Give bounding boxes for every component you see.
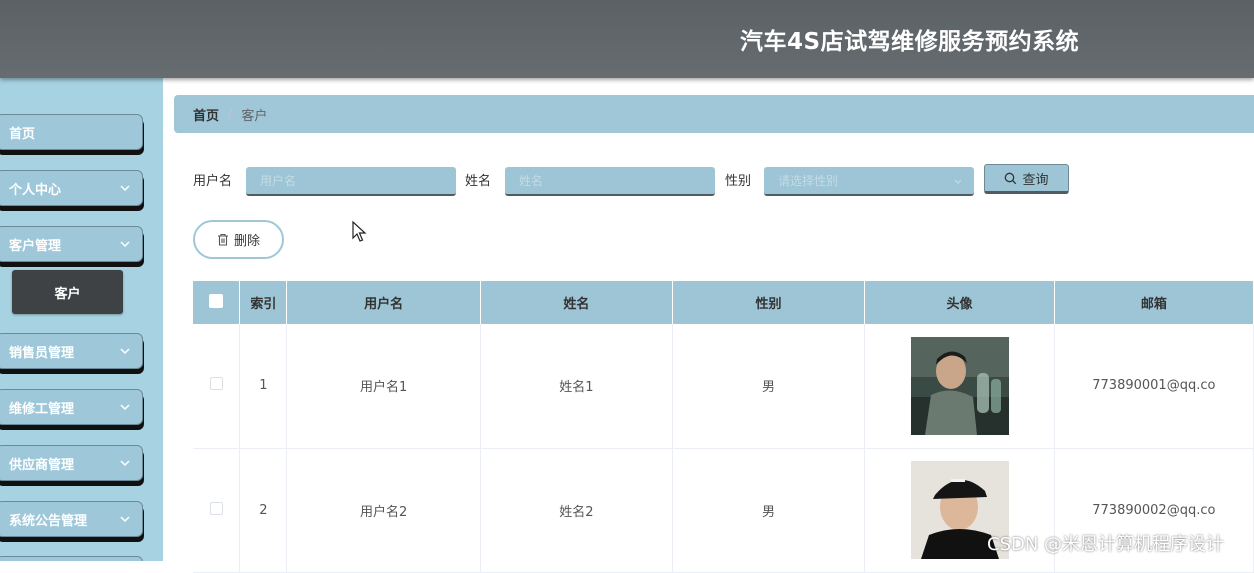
query-button[interactable]: 查询: [984, 164, 1069, 194]
sidebar-item-announcement-management[interactable]: 系统公告管理: [0, 501, 143, 537]
chevron-down-icon: [120, 241, 130, 248]
name-label: 姓名: [465, 174, 492, 189]
sidebar-item-label: 维修工管理: [9, 401, 75, 417]
select-all-header: [193, 281, 241, 324]
cell-avatar: [864, 324, 1055, 449]
watermark: CSDN @米恩计算机程序设计: [987, 534, 1225, 555]
cell-gender: 男: [672, 448, 866, 573]
sidebar-item-mechanic-management[interactable]: 维修工管理: [0, 389, 143, 425]
sidebar-item-label: 个人中心: [9, 182, 62, 198]
username-search-input[interactable]: [246, 167, 456, 196]
column-header-avatar: 头像: [864, 281, 1055, 324]
sidebar-subitem-customer[interactable]: 客户: [12, 270, 123, 314]
sidebar: 首页 个人中心 客户管理 客户 销售员管理 维修工管理 供应商管理 系统公告管理: [0, 78, 163, 561]
top-header: 汽车4S店试驾维修服务预约系统: [0, 0, 1254, 78]
select-all-checkbox[interactable]: [209, 293, 224, 308]
column-header-gender: 性别: [672, 281, 866, 324]
chevron-down-icon: [954, 179, 962, 184]
column-header-username: 用户名: [286, 281, 481, 324]
delete-button-label: 删除: [233, 234, 260, 249]
search-icon: [1005, 172, 1017, 184]
breadcrumb-home[interactable]: 首页: [193, 105, 219, 124]
table-row[interactable]: 1 用户名1 姓名1 男 773890001@qq.co: [193, 324, 1254, 449]
row-checkbox-cell: [193, 448, 241, 573]
sidebar-item-label: 首页: [9, 126, 36, 142]
main-content: 首页 / 客户 用户名 姓名 性别 查询 删除 索引 用户名 姓名 性别 头像: [163, 78, 1254, 573]
cell-name: 姓名2: [480, 448, 673, 573]
app-title: 汽车4S店试驾维修服务预约系统: [740, 29, 1080, 55]
query-button-label: 查询: [1022, 172, 1049, 188]
gender-label: 性别: [725, 174, 752, 189]
row-checkbox[interactable]: [209, 501, 223, 515]
username-label: 用户名: [193, 174, 233, 189]
sidebar-item-home[interactable]: 首页: [0, 114, 143, 150]
sidebar-item-label: 供应商管理: [9, 457, 75, 473]
breadcrumb-current: 客户: [241, 108, 268, 124]
cell-index: 2: [239, 448, 288, 573]
sidebar-item-sales-management[interactable]: 销售员管理: [0, 333, 143, 369]
table-header-row: 索引 用户名 姓名 性别 头像 邮箱: [193, 281, 1254, 324]
chevron-down-icon: [120, 185, 130, 192]
breadcrumb: 首页 / 客户: [174, 95, 1254, 133]
chevron-down-icon: [120, 404, 130, 411]
chevron-down-icon: [120, 460, 130, 467]
cell-username: 用户名1: [286, 324, 481, 449]
sidebar-item-personal-center[interactable]: 个人中心: [0, 170, 143, 206]
sidebar-item-label: 销售员管理: [9, 345, 75, 361]
mouse-cursor-icon: [352, 221, 367, 242]
delete-button[interactable]: 删除: [193, 220, 284, 259]
name-search-input[interactable]: [505, 167, 715, 196]
sidebar-item-supplier-management[interactable]: 供应商管理: [0, 445, 143, 481]
sidebar-subitem-label: 客户: [54, 286, 81, 302]
cell-index: 1: [239, 324, 288, 449]
trash-icon: [217, 233, 228, 246]
row-checkbox[interactable]: [209, 377, 223, 391]
chevron-down-icon: [120, 516, 130, 523]
sidebar-item-more[interactable]: [0, 556, 143, 561]
breadcrumb-separator: /: [228, 106, 233, 122]
column-header-name: 姓名: [480, 281, 673, 324]
sidebar-item-label: 系统公告管理: [9, 513, 88, 529]
cell-gender: 男: [672, 324, 866, 449]
row-checkbox-cell: [193, 324, 241, 449]
cell-name: 姓名1: [480, 324, 673, 449]
sidebar-item-label: 客户管理: [9, 238, 62, 254]
customer-table: 索引 用户名 姓名 性别 头像 邮箱 1 用户名1 姓名1 男 77389000…: [193, 281, 1254, 573]
column-header-email: 邮箱: [1054, 281, 1254, 324]
sidebar-item-customer-management[interactable]: 客户管理: [0, 226, 143, 262]
cell-username: 用户名2: [286, 448, 481, 573]
cell-email: 773890001@qq.co: [1054, 324, 1254, 449]
chevron-down-icon: [120, 348, 130, 355]
avatar-image[interactable]: [910, 336, 1009, 435]
gender-select[interactable]: [764, 167, 974, 196]
column-header-index: 索引: [239, 281, 288, 324]
